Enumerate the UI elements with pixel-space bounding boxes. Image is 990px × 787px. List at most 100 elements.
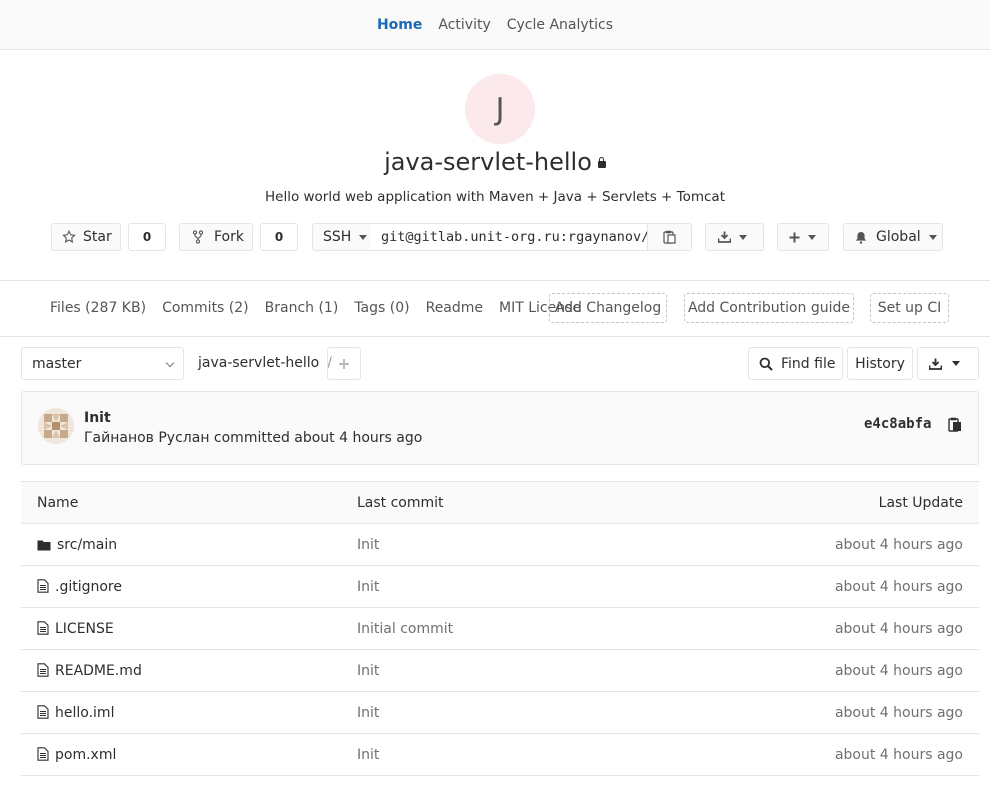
stat-branch[interactable]: Branch (1): [265, 300, 339, 316]
search-icon: [759, 357, 773, 371]
clipboard-icon: [663, 230, 676, 244]
table-row[interactable]: src/main Init about 4 hours ago: [21, 523, 979, 566]
file-name-cell[interactable]: pom.xml: [21, 733, 341, 776]
file-icon: [37, 578, 49, 593]
caret-down-icon: [359, 234, 368, 240]
lock-icon: [597, 157, 606, 168]
caret-down-icon: [808, 234, 816, 240]
file-name-cell[interactable]: README.md: [21, 649, 341, 692]
file-name-cell[interactable]: .gitignore: [21, 565, 341, 608]
download-icon: [929, 358, 942, 370]
protocol-dropdown[interactable]: SSH: [312, 223, 372, 251]
plus-icon: [339, 358, 349, 369]
file-name[interactable]: hello.iml: [55, 705, 114, 721]
file-name-cell[interactable]: hello.iml: [21, 691, 341, 734]
caret-down-icon: [928, 234, 937, 240]
file-name[interactable]: src/main: [57, 537, 117, 553]
table-header-row: Name Last commit Last Update: [21, 481, 979, 524]
project-avatar: J: [465, 74, 535, 144]
file-icon: [37, 746, 49, 761]
fork-icon: [192, 230, 204, 244]
file-name[interactable]: pom.xml: [55, 747, 116, 763]
star-count[interactable]: 0: [128, 223, 166, 251]
folder-icon: [37, 540, 51, 550]
copy-url-button[interactable]: [647, 223, 692, 251]
table-row[interactable]: README.md Init about 4 hours ago: [21, 649, 979, 692]
table-row[interactable]: hello.iml Init about 4 hours ago: [21, 691, 979, 734]
last-commit-panel: Init Гайнанов Руслан committed about 4 h…: [21, 391, 979, 465]
find-file-button[interactable]: Find file: [748, 347, 843, 380]
project-title-text: java-servlet-hello: [384, 148, 592, 176]
divider: [0, 336, 990, 337]
avatar[interactable]: [38, 408, 74, 444]
identicon-icon: [38, 408, 74, 444]
branch-select[interactable]: master: [21, 347, 184, 380]
notification-dropdown[interactable]: Global: [843, 223, 943, 251]
plus-icon: [789, 232, 800, 242]
star-label: Star: [83, 229, 112, 245]
nav-activity[interactable]: Activity: [430, 17, 498, 33]
file-last-update: about 4 hours ago: [741, 649, 979, 692]
find-file-label: Find file: [781, 355, 836, 372]
file-icon: [37, 662, 49, 677]
table-row[interactable]: pom.xml Init about 4 hours ago: [21, 733, 979, 776]
header-last-commit: Last commit: [341, 481, 741, 524]
file-last-commit[interactable]: Init: [341, 523, 741, 566]
breadcrumb-project[interactable]: java-servlet-hello: [198, 355, 319, 371]
fork-label: Fork: [214, 229, 244, 245]
file-name[interactable]: .gitignore: [55, 579, 122, 595]
file-tree-table: Name Last commit Last Update src/main Ini…: [21, 481, 979, 776]
project-description: Hello world web application with Maven +…: [265, 189, 725, 205]
add-dropdown[interactable]: [777, 223, 829, 251]
file-last-update: about 4 hours ago: [741, 565, 979, 608]
table-row[interactable]: LICENSE Initial commit about 4 hours ago: [21, 607, 979, 650]
stat-tags[interactable]: Tags (0): [354, 300, 409, 316]
file-last-update: about 4 hours ago: [741, 607, 979, 650]
file-last-commit[interactable]: Init: [341, 565, 741, 608]
repo-download-dropdown[interactable]: [917, 347, 979, 380]
stat-readme[interactable]: Readme: [426, 300, 483, 316]
setup-ci-button[interactable]: Set up CI: [870, 293, 949, 323]
commit-meta: Гайнанов Руслан committed about 4 hours …: [84, 430, 423, 446]
nav-cycle-analytics[interactable]: Cycle Analytics: [499, 17, 621, 33]
download-icon: [718, 231, 731, 243]
add-contribution-guide-button[interactable]: Add Contribution guide: [684, 293, 854, 323]
copy-sha-icon[interactable]: [948, 417, 962, 432]
file-name-cell[interactable]: src/main: [21, 523, 341, 566]
caret-down-icon: [952, 361, 960, 366]
file-name[interactable]: LICENSE: [55, 621, 114, 637]
bell-icon: [855, 231, 867, 244]
stat-files[interactable]: Files (287 KB): [50, 300, 146, 316]
file-name-cell[interactable]: LICENSE: [21, 607, 341, 650]
commit-title[interactable]: Init: [84, 410, 111, 426]
download-dropdown[interactable]: [705, 223, 764, 251]
notification-label: Global: [876, 229, 921, 245]
caret-down-icon: [739, 234, 747, 240]
history-button[interactable]: History: [847, 347, 913, 380]
project-subnav: Home Activity Cycle Analytics: [0, 0, 990, 50]
clone-url-input[interactable]: git@gitlab.unit-org.ru:rgaynanov/java-se…: [371, 223, 648, 251]
file-last-commit[interactable]: Init: [341, 691, 741, 734]
header-name: Name: [21, 481, 341, 524]
table-row[interactable]: .gitignore Init about 4 hours ago: [21, 565, 979, 608]
file-name[interactable]: README.md: [55, 663, 142, 679]
nav-home[interactable]: Home: [369, 17, 430, 33]
breadcrumb: java-servlet-hello /: [198, 355, 332, 371]
commit-sha[interactable]: e4c8abfa: [864, 416, 931, 432]
chevron-down-icon: [165, 358, 175, 368]
stat-commits[interactable]: Commits (2): [162, 300, 249, 316]
header-last-update: Last Update: [741, 481, 979, 524]
file-last-commit[interactable]: Init: [341, 649, 741, 692]
file-last-update: about 4 hours ago: [741, 523, 979, 566]
fork-button[interactable]: Fork: [179, 223, 253, 251]
add-changelog-button[interactable]: Add Changelog: [549, 293, 667, 323]
star-button[interactable]: Star: [51, 223, 121, 251]
branch-name: master: [32, 355, 82, 372]
file-last-update: about 4 hours ago: [741, 691, 979, 734]
protocol-label: SSH: [323, 229, 352, 245]
project-stats: Files (287 KB) Commits (2) Branch (1) Ta…: [50, 294, 597, 322]
add-file-dropdown[interactable]: [327, 347, 361, 380]
fork-count[interactable]: 0: [260, 223, 298, 251]
file-last-commit[interactable]: Initial commit: [341, 607, 741, 650]
file-last-commit[interactable]: Init: [341, 733, 741, 776]
